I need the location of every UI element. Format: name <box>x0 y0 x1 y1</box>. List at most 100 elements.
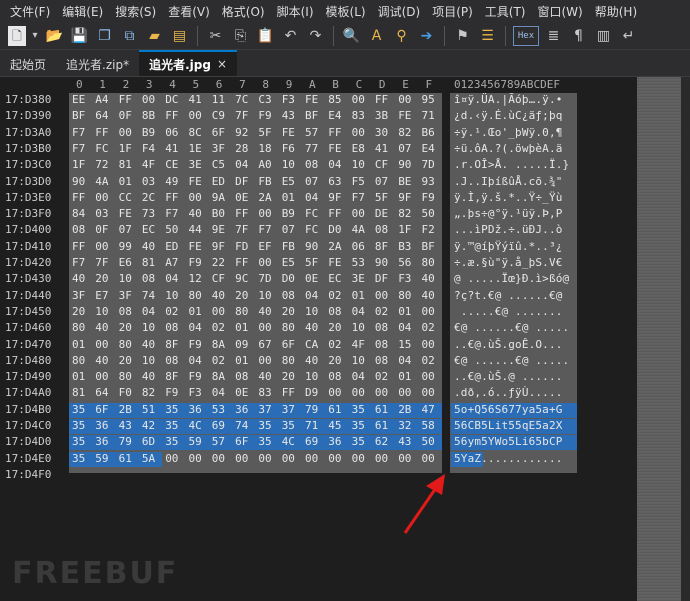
hex-byte[interactable]: 79 <box>305 403 327 416</box>
hex-byte[interactable]: 61 <box>119 452 141 465</box>
hex-byte[interactable]: A0 <box>258 158 280 171</box>
ascii-text[interactable]: î¤ÿ.ÜA.|Ãóþ….ÿ.• <box>454 93 563 106</box>
ascii-text[interactable]: 5YaZ............ <box>454 452 563 465</box>
vertical-scrollbar[interactable] <box>681 77 690 601</box>
hex-byte[interactable]: 64 <box>95 386 117 399</box>
hex-byte[interactable]: FE <box>119 207 141 220</box>
hex-byte[interactable]: CA <box>305 338 327 351</box>
hex-byte[interactable]: 08 <box>328 370 350 383</box>
menu-item[interactable]: 窗口(W) <box>532 3 589 20</box>
hex-byte[interactable]: 4F <box>352 338 374 351</box>
hex-byte[interactable]: B6 <box>422 126 444 139</box>
hex-byte[interactable]: 3F <box>72 289 94 302</box>
hex-byte[interactable]: 22 <box>212 256 234 269</box>
hex-byte[interactable]: 02 <box>422 321 444 334</box>
hex-byte[interactable]: 61 <box>328 403 350 416</box>
hex-byte[interactable]: 08 <box>165 321 187 334</box>
hex-byte[interactable]: 7F <box>235 223 257 236</box>
hex-byte[interactable]: 80 <box>119 338 141 351</box>
ascii-text[interactable]: ...ìPDž.÷.üÐJ..ò <box>454 223 563 236</box>
hex-byte[interactable]: 1F <box>72 158 94 171</box>
hex-byte[interactable]: 1E <box>189 142 211 155</box>
hex-byte[interactable]: 10 <box>282 158 304 171</box>
hex-byte[interactable]: 0F <box>119 109 141 122</box>
hex-byte[interactable]: 40 <box>422 289 444 302</box>
tab[interactable]: 追光者.zip* <box>56 52 139 76</box>
hex-byte[interactable]: FF <box>328 207 350 220</box>
hex-byte[interactable]: 00 <box>352 452 374 465</box>
hex-byte[interactable]: 4C <box>189 419 211 432</box>
hex-byte[interactable]: 58 <box>422 419 444 432</box>
hex-byte[interactable]: 90 <box>375 256 397 269</box>
hex-byte[interactable]: 00 <box>398 452 420 465</box>
hex-byte[interactable]: CF <box>375 158 397 171</box>
hex-byte[interactable]: 04 <box>165 272 187 285</box>
menu-item[interactable]: 调试(D) <box>372 3 427 20</box>
hex-byte[interactable]: 82 <box>398 207 420 220</box>
hex-byte[interactable]: 20 <box>328 354 350 367</box>
hex-byte[interactable]: 00 <box>142 93 164 106</box>
hex-byte[interactable]: 04 <box>352 305 374 318</box>
hex-byte[interactable]: CC <box>119 191 141 204</box>
hex-byte[interactable]: 41 <box>165 142 187 155</box>
hex-byte[interactable]: 10 <box>142 354 164 367</box>
open-folder-icon[interactable]: 📂 <box>44 25 65 46</box>
ascii-text[interactable]: ?ç?t.€@ ......€@ <box>454 289 563 302</box>
hex-byte[interactable]: 20 <box>95 272 117 285</box>
hex-byte[interactable]: 8A <box>212 370 234 383</box>
hex-byte[interactable]: 41 <box>375 142 397 155</box>
hex-byte[interactable]: 00 <box>422 305 444 318</box>
hex-byte[interactable]: 01 <box>282 191 304 204</box>
hex-byte[interactable]: FC <box>305 207 327 220</box>
redo-icon[interactable]: ↷ <box>305 25 326 46</box>
hex-byte[interactable]: 01 <box>398 370 420 383</box>
hex-byte[interactable]: 03 <box>95 207 117 220</box>
hex-byte[interactable]: F3 <box>282 93 304 106</box>
hex-byte[interactable]: 02 <box>212 321 234 334</box>
hex-byte[interactable]: 06 <box>165 126 187 139</box>
hex-byte[interactable]: 50 <box>422 435 444 448</box>
hex-editor[interactable]: 0123456789ABCDEF 0123456789ABCDEF 17:D38… <box>0 76 690 601</box>
hex-byte[interactable]: E7 <box>95 289 117 302</box>
hex-byte[interactable]: 40 <box>72 272 94 285</box>
hex-byte[interactable]: 3E <box>189 158 211 171</box>
hex-byte[interactable]: 71 <box>422 109 444 122</box>
hex-byte[interactable]: 83 <box>258 386 280 399</box>
hex-byte[interactable]: 6F <box>95 403 117 416</box>
hex-byte[interactable]: 77 <box>305 142 327 155</box>
hex-byte[interactable]: 44 <box>189 223 211 236</box>
hex-byte[interactable]: 8F <box>165 338 187 351</box>
hex-byte[interactable]: F3 <box>189 386 211 399</box>
menu-item[interactable]: 编辑(E) <box>56 3 109 20</box>
hex-byte[interactable]: FC <box>95 142 117 155</box>
hex-byte[interactable]: 61 <box>375 419 397 432</box>
hex-byte[interactable]: 02 <box>328 289 350 302</box>
hex-byte[interactable]: 4F <box>142 158 164 171</box>
hex-byte[interactable]: 07 <box>119 223 141 236</box>
hex-byte[interactable]: 40 <box>422 272 444 285</box>
hex-byte[interactable]: BF <box>422 240 444 253</box>
hex-byte[interactable]: 35 <box>165 419 187 432</box>
hex-byte[interactable]: 0F <box>95 223 117 236</box>
hex-byte[interactable]: 04 <box>189 321 211 334</box>
hex-byte[interactable]: 9F <box>398 191 420 204</box>
hex-byte[interactable]: D0 <box>282 272 304 285</box>
hex-byte[interactable]: 40 <box>258 370 280 383</box>
menu-item[interactable]: 工具(T) <box>479 3 532 20</box>
hex-byte[interactable]: BE <box>398 175 420 188</box>
hex-byte[interactable]: DF <box>375 272 397 285</box>
hex-byte[interactable]: 07 <box>375 175 397 188</box>
hex-byte[interactable]: 6F <box>235 435 257 448</box>
hex-byte[interactable]: F9 <box>422 191 444 204</box>
hex-byte[interactable]: 50 <box>422 207 444 220</box>
hex-byte[interactable]: 40 <box>95 321 117 334</box>
hex-byte[interactable]: F0 <box>119 386 141 399</box>
hex-byte[interactable]: 12 <box>189 272 211 285</box>
hex-byte[interactable]: 0E <box>305 272 327 285</box>
ascii-text[interactable]: €@ ......€@ ..... <box>454 321 569 334</box>
hex-byte[interactable]: 02 <box>375 305 397 318</box>
hex-byte[interactable]: 74 <box>142 289 164 302</box>
hex-byte[interactable]: 15 <box>398 338 420 351</box>
hex-byte[interactable]: 35 <box>165 403 187 416</box>
hex-byte[interactable]: F2 <box>422 223 444 236</box>
